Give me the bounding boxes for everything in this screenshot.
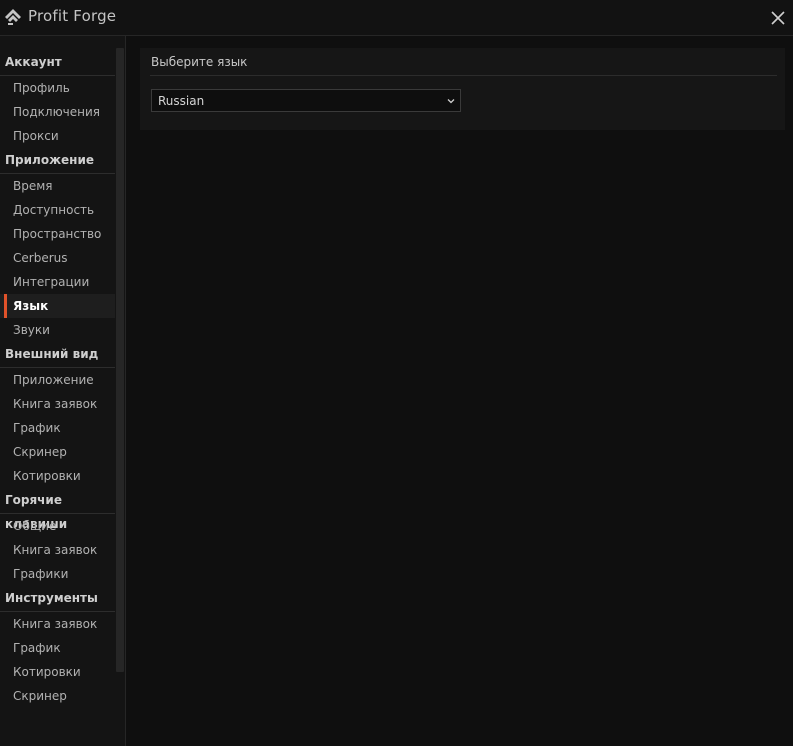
chevron-down-icon (447, 99, 455, 104)
app-title: Profit Forge (28, 7, 117, 25)
sidebar-item-appearance-chart[interactable]: График (0, 416, 115, 440)
sidebar-item-connections[interactable]: Подключения (0, 100, 115, 124)
section-header-appearance: Внешний вид (0, 342, 115, 368)
section-header-application: Приложение (0, 148, 115, 174)
language-select[interactable]: Russian (151, 89, 461, 112)
sidebar-item-proxy[interactable]: Прокси (0, 124, 115, 148)
sidebar-item-time[interactable]: Время (0, 174, 115, 198)
settings-sidebar: Аккаунт Профиль Подключения Прокси Прило… (0, 36, 126, 746)
sidebar-item-appearance-orderbook[interactable]: Книга заявок (0, 392, 115, 416)
settings-nav: Аккаунт Профиль Подключения Прокси Прило… (0, 50, 115, 708)
title-bar: Profit Forge (0, 0, 793, 36)
section-header-hotkeys: Горячие клавиши (0, 488, 115, 531)
profit-forge-logo-icon (5, 9, 21, 25)
sidebar-scrollbar[interactable] (116, 48, 124, 672)
language-panel-title: Выберите язык (151, 55, 248, 69)
sidebar-item-workspace[interactable]: Пространство (0, 222, 115, 246)
sidebar-item-hotkeys-charts[interactable]: Графики (0, 562, 115, 586)
language-panel: Выберите язык Russian (140, 48, 785, 130)
sidebar-item-sounds[interactable]: Звуки (0, 318, 115, 342)
sidebar-item-hotkeys-orderbook[interactable]: Книга заявок (0, 538, 115, 562)
close-icon[interactable] (768, 8, 788, 28)
sidebar-item-integrations[interactable]: Интеграции (0, 270, 115, 294)
sidebar-item-profile[interactable]: Профиль (0, 76, 115, 100)
sidebar-item-appearance-quotes[interactable]: Котировки (0, 464, 115, 488)
sidebar-item-hotkeys-general[interactable]: Общие (0, 514, 115, 538)
sidebar-item-tools-orderbook[interactable]: Книга заявок (0, 612, 115, 636)
sidebar-item-tools-chart[interactable]: График (0, 636, 115, 660)
sidebar-item-appearance-screener[interactable]: Скринер (0, 440, 115, 464)
sidebar-item-tools-screener[interactable]: Скринер (0, 684, 115, 708)
sidebar-item-accessibility[interactable]: Доступность (0, 198, 115, 222)
sidebar-item-language[interactable]: Язык (0, 294, 115, 318)
divider (150, 75, 777, 76)
sidebar-item-cerberus[interactable]: Cerberus (0, 246, 115, 270)
sidebar-item-appearance-application[interactable]: Приложение (0, 368, 115, 392)
section-header-tools: Инструменты (0, 586, 115, 612)
language-select-value: Russian (158, 94, 205, 108)
section-header-account: Аккаунт (0, 50, 115, 76)
sidebar-item-tools-quotes[interactable]: Котировки (0, 660, 115, 684)
